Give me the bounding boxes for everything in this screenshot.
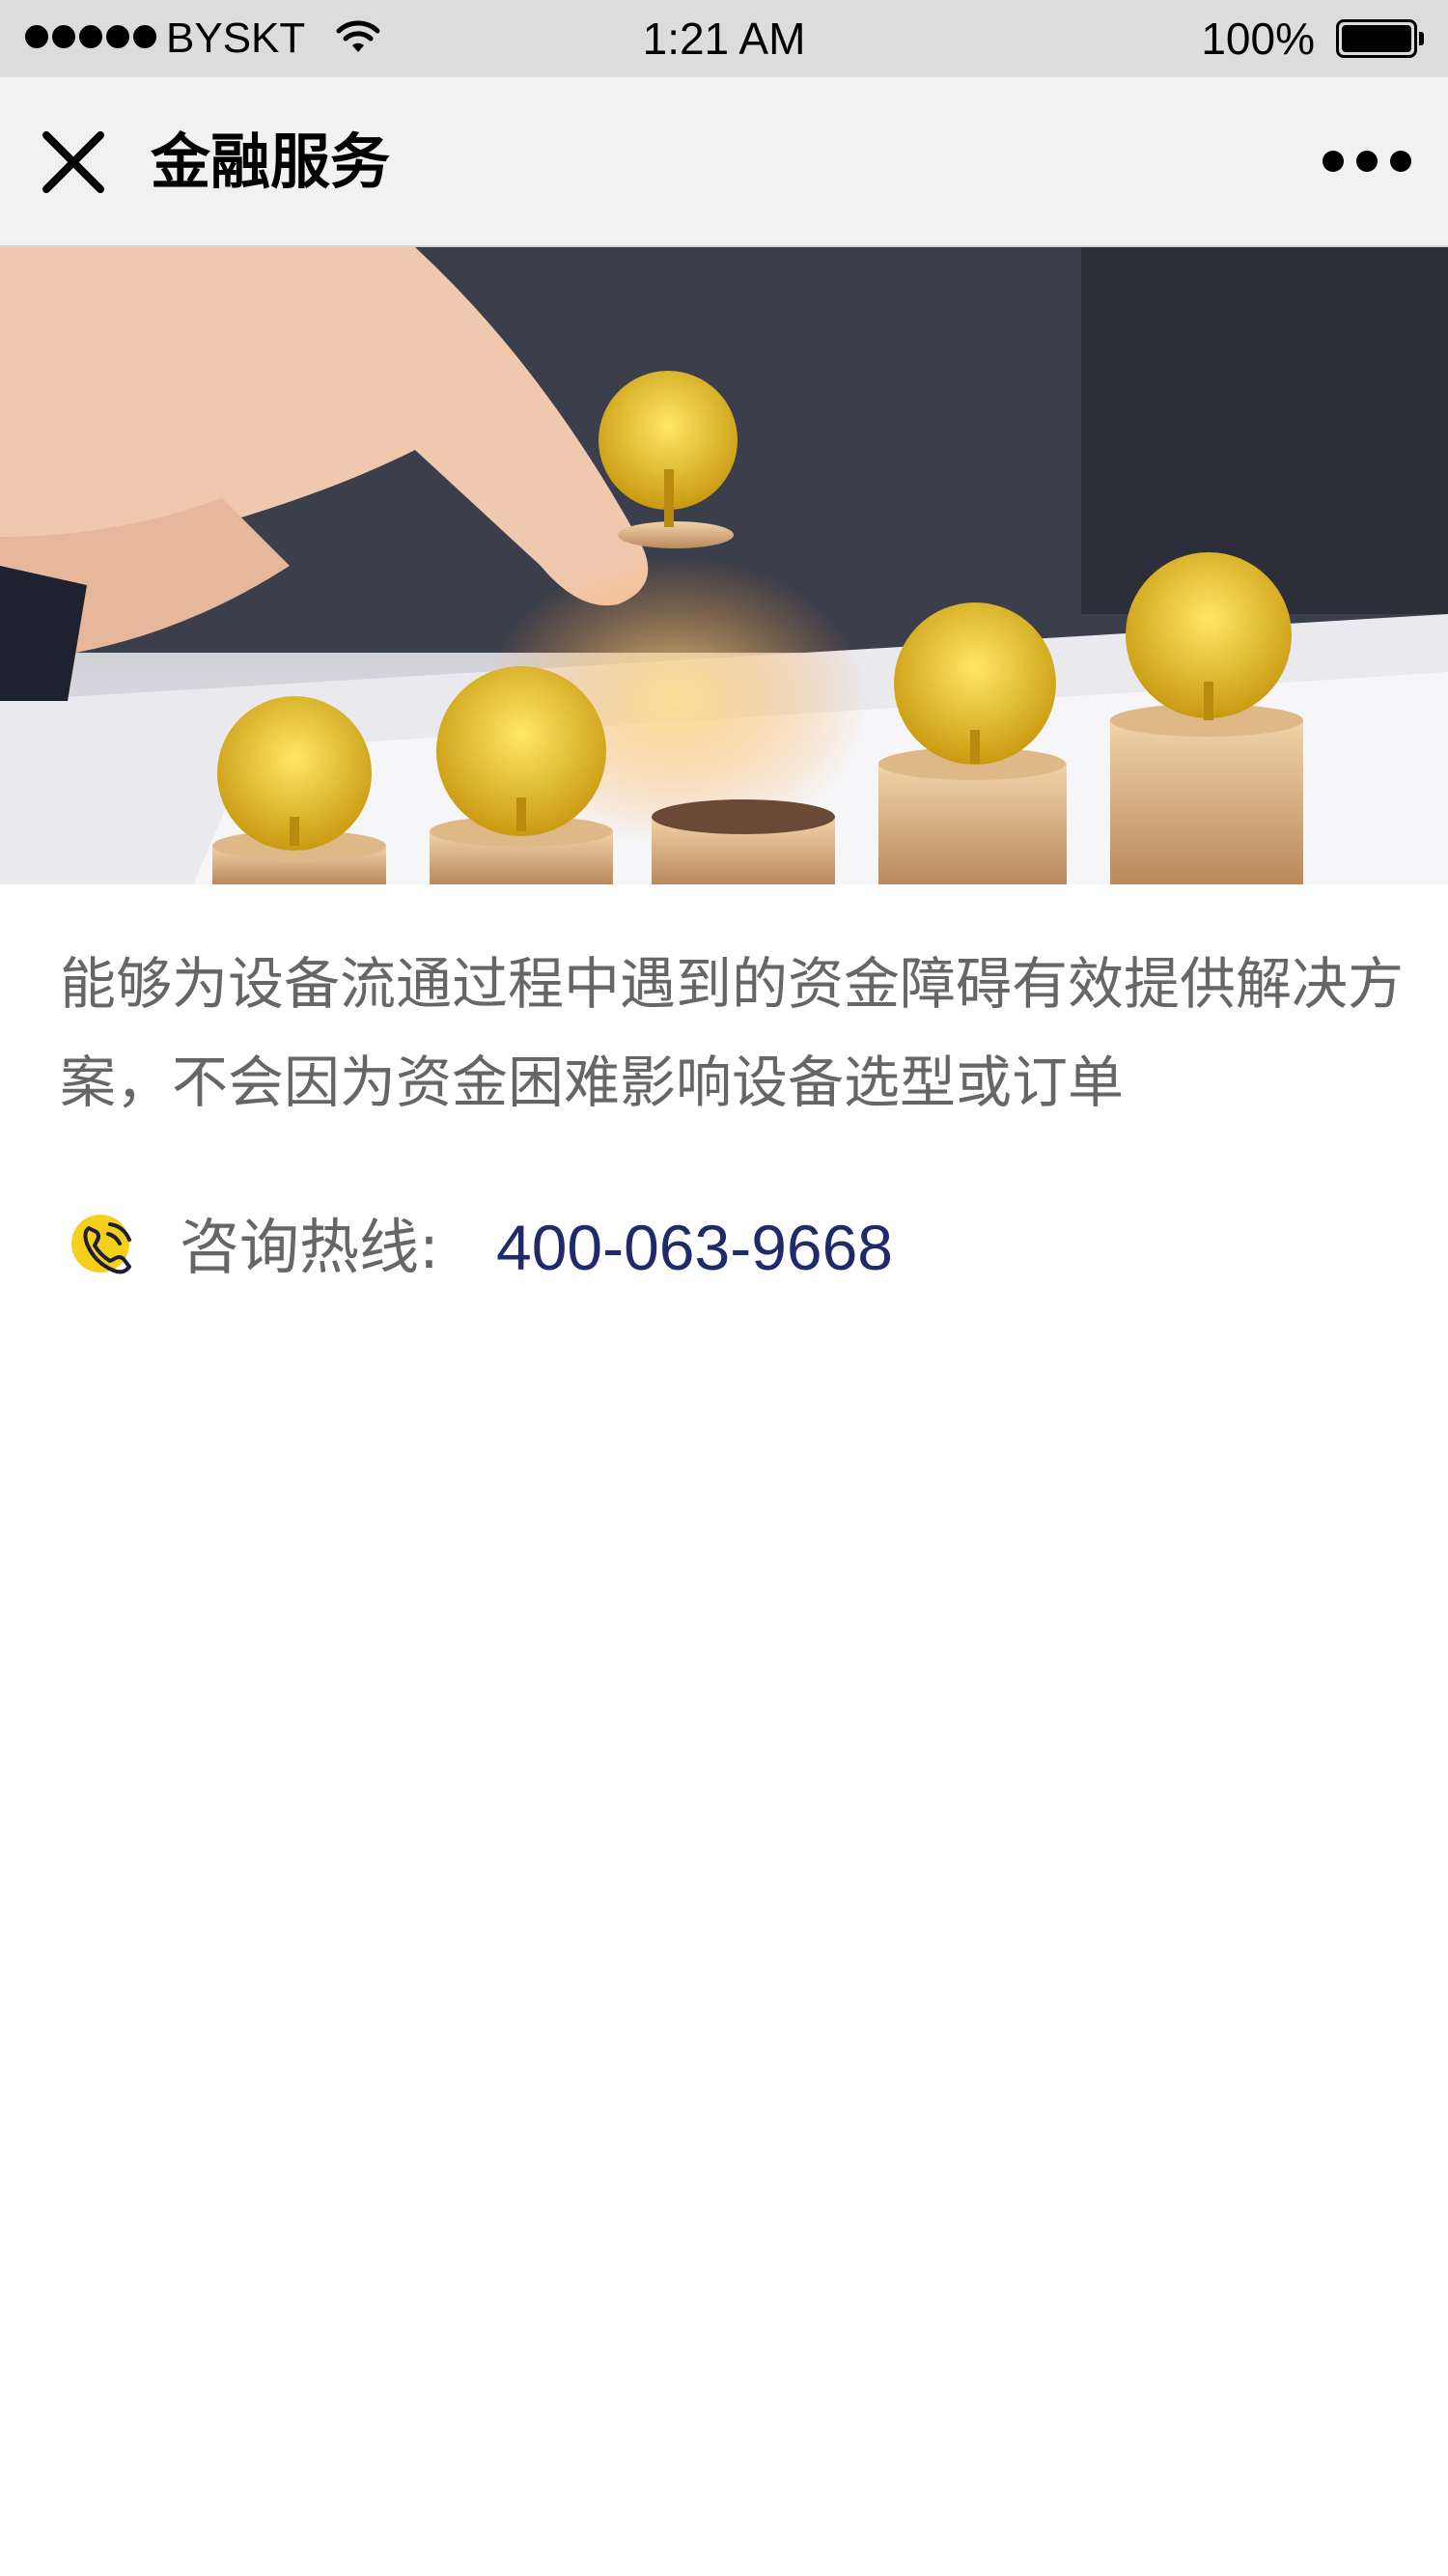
hotline-number-link[interactable]: 400-063-9668 bbox=[496, 1197, 893, 1298]
close-icon[interactable] bbox=[37, 126, 110, 199]
service-description: 能够为设备流通过程中遇到的资金障碍有效提供解决方案，不会因为资金困难影响设备选型… bbox=[60, 951, 1405, 1115]
signal-strength-icon bbox=[25, 25, 156, 52]
more-dots-icon[interactable] bbox=[1321, 145, 1413, 180]
nav-bar: 金融服务 bbox=[0, 77, 1448, 247]
status-time: 1:21 AM bbox=[642, 14, 806, 64]
phone-icon bbox=[71, 1215, 131, 1274]
wifi-icon bbox=[336, 20, 380, 52]
page-title: 金融服务 bbox=[151, 126, 391, 197]
carrier-name: BYSKT bbox=[166, 14, 306, 62]
page: BYSKT 1:21 AM 100% 金融服务 能够为设备流通过程中遇到的资金障… bbox=[0, 0, 1448, 2576]
banner-image bbox=[0, 247, 1448, 884]
battery-percent: 100% bbox=[1201, 14, 1315, 64]
status-bar: BYSKT 1:21 AM 100% bbox=[0, 0, 1448, 77]
hotline-label: 咨询热线: bbox=[180, 1212, 439, 1282]
battery-icon bbox=[1336, 19, 1425, 58]
hotline-row: 咨询热线: 400-063-9668 bbox=[66, 1197, 1417, 1298]
